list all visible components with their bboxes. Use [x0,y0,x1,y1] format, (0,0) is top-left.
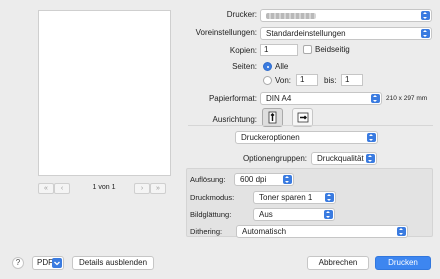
smoothing-select[interactable]: Aus [253,208,335,221]
section-divider [188,125,433,126]
dithering-stepper-icon [397,227,406,236]
duplex-label: Beidseitig [315,45,350,54]
option-groups-value: Druckqualität [317,154,364,163]
paper-value: DIN A4 [266,94,292,103]
pages-range-radio[interactable] [263,76,272,85]
option-groups-select[interactable]: Druckqualität [311,152,377,165]
pages-label: Seiten: [232,62,257,71]
smoothing-value: Aus [259,210,273,219]
resolution-label: Auflösung: [190,175,226,184]
presets-value: Standardeinstellungen [266,29,346,38]
chevron-down-icon [52,258,62,268]
smoothing-stepper-icon [324,210,333,219]
portrait-icon [268,111,277,124]
cancel-button[interactable]: Abbrechen [307,256,369,270]
next-page-button[interactable]: › [134,183,150,194]
paper-stepper-icon [371,94,380,103]
pdf-menu-button[interactable]: PDF [32,256,64,270]
hide-details-button[interactable]: Details ausblenden [72,256,154,270]
printer-label: Drucker: [226,10,257,19]
copies-label: Kopien: [229,46,257,55]
print-button[interactable]: Drucken [375,256,431,270]
presets-select[interactable]: Standardeinstellungen [260,27,432,40]
presets-stepper-icon [421,29,430,38]
resolution-value: 600 dpi [240,175,267,184]
preview-pager: « ‹ 1 von 1 › » [38,183,178,195]
duplex-checkbox[interactable] [303,45,312,54]
print-mode-stepper-icon [325,193,334,202]
prev-page-button[interactable]: ‹ [54,183,70,194]
section-stepper-icon [367,133,376,142]
pages-from-label: Von: [275,76,292,85]
orientation-label: Ausrichtung: [212,115,257,124]
landscape-icon [297,112,309,123]
pages-to-label: bis: [324,76,337,85]
paper-select[interactable]: DIN A4 [260,92,382,105]
first-page-button[interactable]: « [38,183,54,194]
pages-all-radio[interactable] [263,62,272,71]
dithering-label: Dithering: [190,227,223,236]
section-select[interactable]: Druckeroptionen [235,131,378,144]
pdf-label: PDF [37,258,53,267]
print-mode-value: Toner sparen 1 [259,193,313,202]
page-preview [38,10,171,176]
printer-select[interactable] [260,9,432,22]
pages-all-label: Alle [275,62,289,71]
presets-label: Voreinstellungen: [195,28,257,37]
pages-to-input[interactable]: 1 [341,74,363,86]
dithering-value: Automatisch [242,227,287,236]
printer-stepper-icon [421,11,430,20]
section-value: Druckeroptionen [241,133,300,142]
smoothing-label: Bildglättung: [190,210,232,219]
pages-from-input[interactable]: 1 [296,74,318,86]
copies-input[interactable]: 1 [260,44,298,56]
paper-dimensions: 210 x 297 mm [386,95,428,102]
resolution-stepper-icon [283,175,292,184]
resolution-select[interactable]: 600 dpi [234,173,294,186]
last-page-button[interactable]: » [150,183,166,194]
help-button[interactable]: ? [12,257,24,269]
printer-name-redacted [266,13,316,19]
page-counter: 1 von 1 [92,184,116,191]
option-groups-stepper-icon [366,154,375,163]
dithering-select[interactable]: Automatisch [236,225,408,238]
option-groups-label: Optionengruppen: [242,154,307,163]
print-mode-select[interactable]: Toner sparen 1 [253,191,336,204]
paper-label: Papierformat: [208,94,257,103]
print-mode-label: Druckmodus: [190,193,235,202]
